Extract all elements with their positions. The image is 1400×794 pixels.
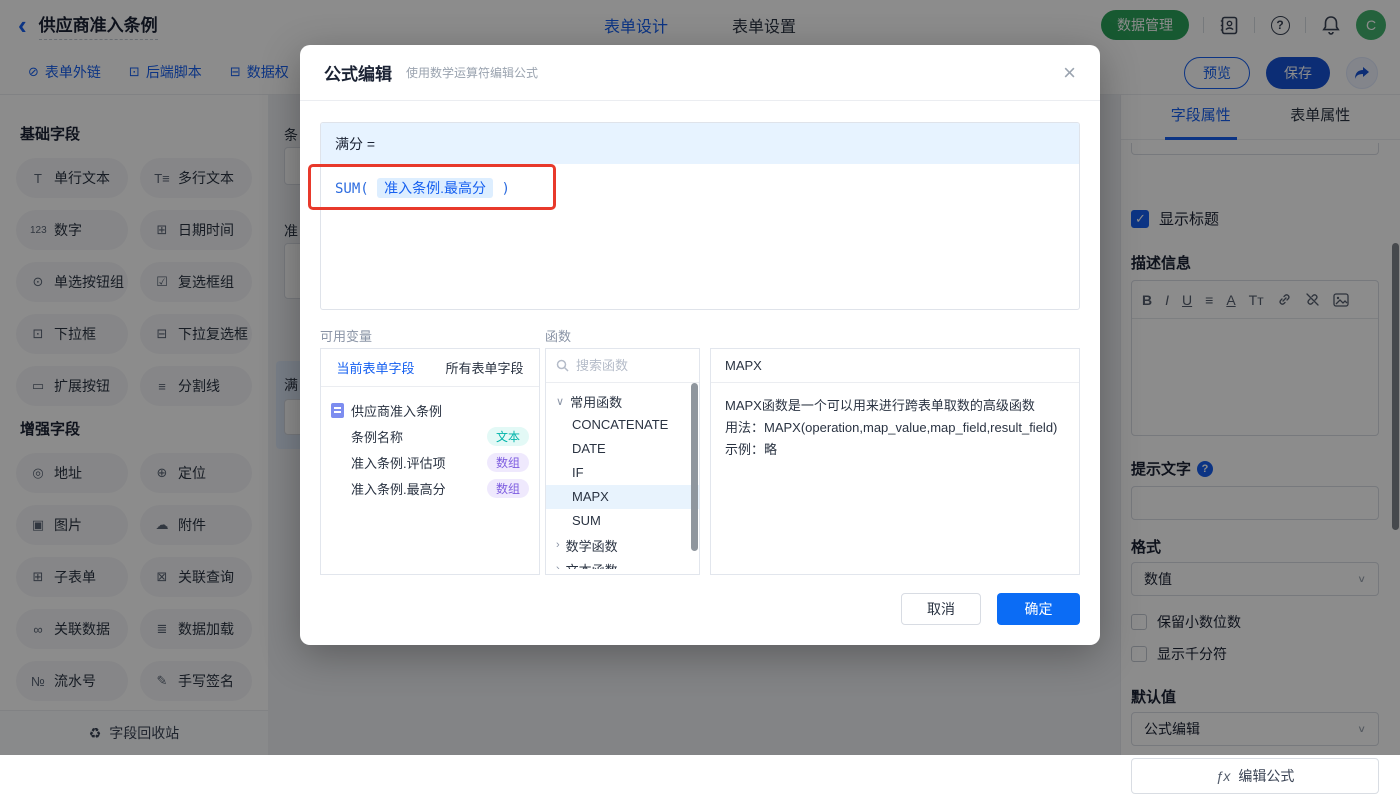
function-group-math[interactable]: › 数学函数 <box>546 533 699 557</box>
modal-subtitle: 使用数学运算符编辑公式 <box>406 64 538 81</box>
chevron-right-icon: › <box>556 539 560 551</box>
formula-field-chip[interactable]: 准入条例.最高分 <box>377 178 493 198</box>
group-label: 数学函数 <box>566 536 618 555</box>
type-badge-array: 数组 <box>487 479 529 498</box>
variables-label: 可用变量 <box>320 326 372 345</box>
variable-name: 准入条例.评估项 <box>351 453 446 472</box>
function-list-scrollbar[interactable] <box>691 383 698 551</box>
formula-edit-modal: 公式编辑 使用数学运算符编辑公式 × 满分 = SUM( 准入条例.最高分 ) … <box>300 45 1100 645</box>
edit-formula-button[interactable]: ƒx 编辑公式 <box>1131 758 1379 794</box>
function-item-sum[interactable]: SUM <box>546 509 699 533</box>
variable-name: 准入条例.最高分 <box>351 479 446 498</box>
formula-code[interactable]: SUM( 准入条例.最高分 ) <box>321 164 1079 212</box>
function-description: MAPX函数是一个可以用来进行跨表单取数的高级函数 <box>725 395 1065 417</box>
formula-editor[interactable]: 满分 = SUM( 准入条例.最高分 ) <box>320 122 1080 310</box>
function-example: 示例：略 <box>725 439 1065 461</box>
variable-name: 条例名称 <box>351 427 403 446</box>
search-icon <box>556 359 569 372</box>
variable-item[interactable]: 准入条例.最高分 数组 <box>331 475 529 501</box>
function-search-input[interactable] <box>576 358 676 373</box>
function-item-concatenate[interactable]: CONCATENATE <box>546 413 699 437</box>
formula-function: SUM( <box>335 181 369 197</box>
group-label: 文本函数 <box>566 560 618 570</box>
variable-item[interactable]: 准入条例.评估项 数组 <box>331 449 529 475</box>
function-item-if[interactable]: IF <box>546 461 699 485</box>
tab-current-form-fields[interactable]: 当前表单字段 <box>336 358 414 377</box>
type-badge-text: 文本 <box>487 427 529 446</box>
variables-panel: 当前表单字段 所有表单字段 供应商准入条例 条例名称 文本 准入条例.评估项 数… <box>320 348 540 575</box>
tab-all-form-fields[interactable]: 所有表单字段 <box>445 358 523 377</box>
cancel-button[interactable]: 取消 <box>901 593 981 625</box>
form-doc-icon <box>331 403 344 418</box>
function-detail-panel: MAPX MAPX函数是一个可以用来进行跨表单取数的高级函数 用法：MAPX(o… <box>710 348 1080 575</box>
fx-icon: ƒx <box>1216 768 1231 784</box>
formula-target: 满分 = <box>321 123 1079 164</box>
form-node-label: 供应商准入条例 <box>351 401 442 420</box>
function-item-date[interactable]: DATE <box>546 437 699 461</box>
group-label: 常用函数 <box>570 392 622 411</box>
edit-formula-label: 编辑公式 <box>1238 766 1294 786</box>
function-group-common[interactable]: ∨ 常用函数 <box>546 389 699 413</box>
function-usage: 用法：MAPX(operation,map_value,map_field,re… <box>725 417 1065 439</box>
type-badge-array: 数组 <box>487 453 529 472</box>
function-group-textfn[interactable]: › 文本函数 <box>546 557 699 569</box>
variable-item[interactable]: 条例名称 文本 <box>331 423 529 449</box>
close-icon[interactable]: × <box>1063 62 1076 84</box>
function-detail-title: MAPX <box>711 349 1079 383</box>
chevron-down-icon: ∨ <box>556 395 564 408</box>
functions-panel: ∨ 常用函数 CONCATENATE DATE IF MAPX SUM › 数学… <box>545 348 700 575</box>
functions-label: 函数 <box>545 326 571 345</box>
modal-title: 公式编辑 <box>324 60 392 85</box>
confirm-button[interactable]: 确定 <box>997 593 1080 625</box>
chevron-right-icon: › <box>556 563 560 569</box>
variable-form-node[interactable]: 供应商准入条例 <box>331 397 529 423</box>
function-item-mapx[interactable]: MAPX <box>546 485 699 509</box>
formula-close-paren: ) <box>501 181 509 197</box>
